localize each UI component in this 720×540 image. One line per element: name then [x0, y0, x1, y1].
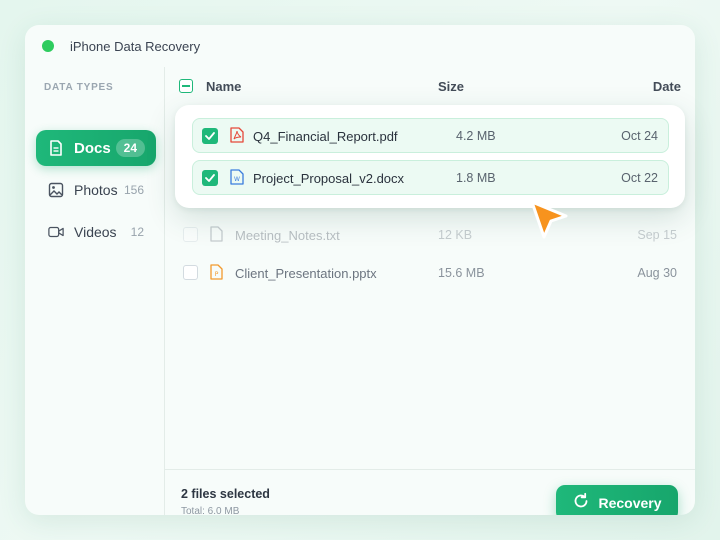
document-icon: [48, 140, 64, 156]
svg-text:W: W: [234, 176, 240, 183]
recovery-button-label: Recovery: [598, 495, 662, 511]
docx-file-icon: W: [230, 169, 244, 190]
file-date: Aug 30: [637, 266, 677, 280]
check-icon: [205, 174, 215, 182]
file-size: 12 KB: [438, 228, 473, 242]
file-date: Oct 24: [621, 129, 658, 143]
file-name: Project_Proposal_v2.docx: [253, 171, 405, 186]
app-window: iPhone Data Recovery DATA TYPES Docs 24 …: [25, 25, 695, 515]
sidebar: DATA TYPES Docs 24 Photos 156 Videos 12: [25, 67, 165, 515]
file-size: 15.6 MB: [438, 266, 485, 280]
sidebar-item-docs[interactable]: Docs 24: [36, 130, 156, 166]
sidebar-section-label: DATA TYPES: [44, 82, 114, 93]
app-title: iPhone Data Recovery: [70, 38, 201, 54]
row-checkbox-checked[interactable]: [202, 128, 218, 144]
sidebar-item-label: Photos: [74, 182, 118, 198]
sidebar-item-label: Videos: [74, 224, 117, 240]
sidebar-item-photos[interactable]: Photos 156: [36, 172, 156, 208]
window-status-dot[interactable]: [42, 40, 54, 52]
pptx-file-icon: P: [210, 264, 223, 285]
check-icon: [205, 132, 215, 140]
selected-count: 2 files selected: [181, 487, 270, 501]
recovery-button[interactable]: Recovery: [556, 485, 678, 515]
title-bar: iPhone Data Recovery: [25, 25, 695, 67]
column-header-size[interactable]: Size: [438, 79, 464, 94]
file-date: Sep 15: [637, 228, 677, 242]
svg-text:P: P: [215, 271, 219, 278]
table-row[interactable]: Meeting_Notes.txt 12 KB Sep 15: [165, 216, 695, 252]
row-checkbox-checked[interactable]: [202, 170, 218, 186]
file-size: 1.8 MB: [456, 171, 496, 185]
sidebar-item-count: 12: [130, 225, 144, 239]
file-name: Q4_Financial_Report.pdf: [253, 129, 398, 144]
selected-total-size: Total: 6.0 MB: [181, 506, 240, 515]
image-icon: [48, 182, 64, 198]
selected-row[interactable]: Q4_Financial_Report.pdf 4.2 MB Oct 24: [192, 118, 669, 153]
column-header-name[interactable]: Name: [206, 79, 241, 94]
text-file-icon: [210, 226, 223, 247]
selected-row[interactable]: W Project_Proposal_v2.docx 1.8 MB Oct 22: [192, 160, 669, 195]
pointer-cursor-icon: [528, 198, 570, 247]
video-icon: [48, 224, 64, 240]
file-name: Client_Presentation.pptx: [235, 266, 377, 281]
row-checkbox[interactable]: [183, 227, 198, 242]
sidebar-item-label: Docs: [74, 139, 111, 157]
footer: 2 files selected Total: 6.0 MB Recovery: [165, 465, 695, 515]
row-checkbox[interactable]: [183, 265, 198, 280]
file-name: Meeting_Notes.txt: [235, 228, 340, 243]
column-header-date[interactable]: Date: [653, 79, 681, 94]
select-all-checkbox[interactable]: [179, 79, 193, 93]
selected-files-popup: Q4_Financial_Report.pdf 4.2 MB Oct 24 W …: [175, 105, 685, 208]
refresh-icon: [572, 492, 590, 515]
sidebar-item-count: 24: [115, 139, 145, 157]
table-row[interactable]: P Client_Presentation.pptx 15.6 MB Aug 3…: [165, 254, 695, 290]
file-size: 4.2 MB: [456, 129, 496, 143]
file-date: Oct 22: [621, 171, 658, 185]
table-header: Name Size Date: [165, 67, 695, 105]
sidebar-item-count: 156: [123, 183, 144, 197]
sidebar-item-videos[interactable]: Videos 12: [36, 214, 156, 250]
pdf-file-icon: [230, 127, 244, 148]
